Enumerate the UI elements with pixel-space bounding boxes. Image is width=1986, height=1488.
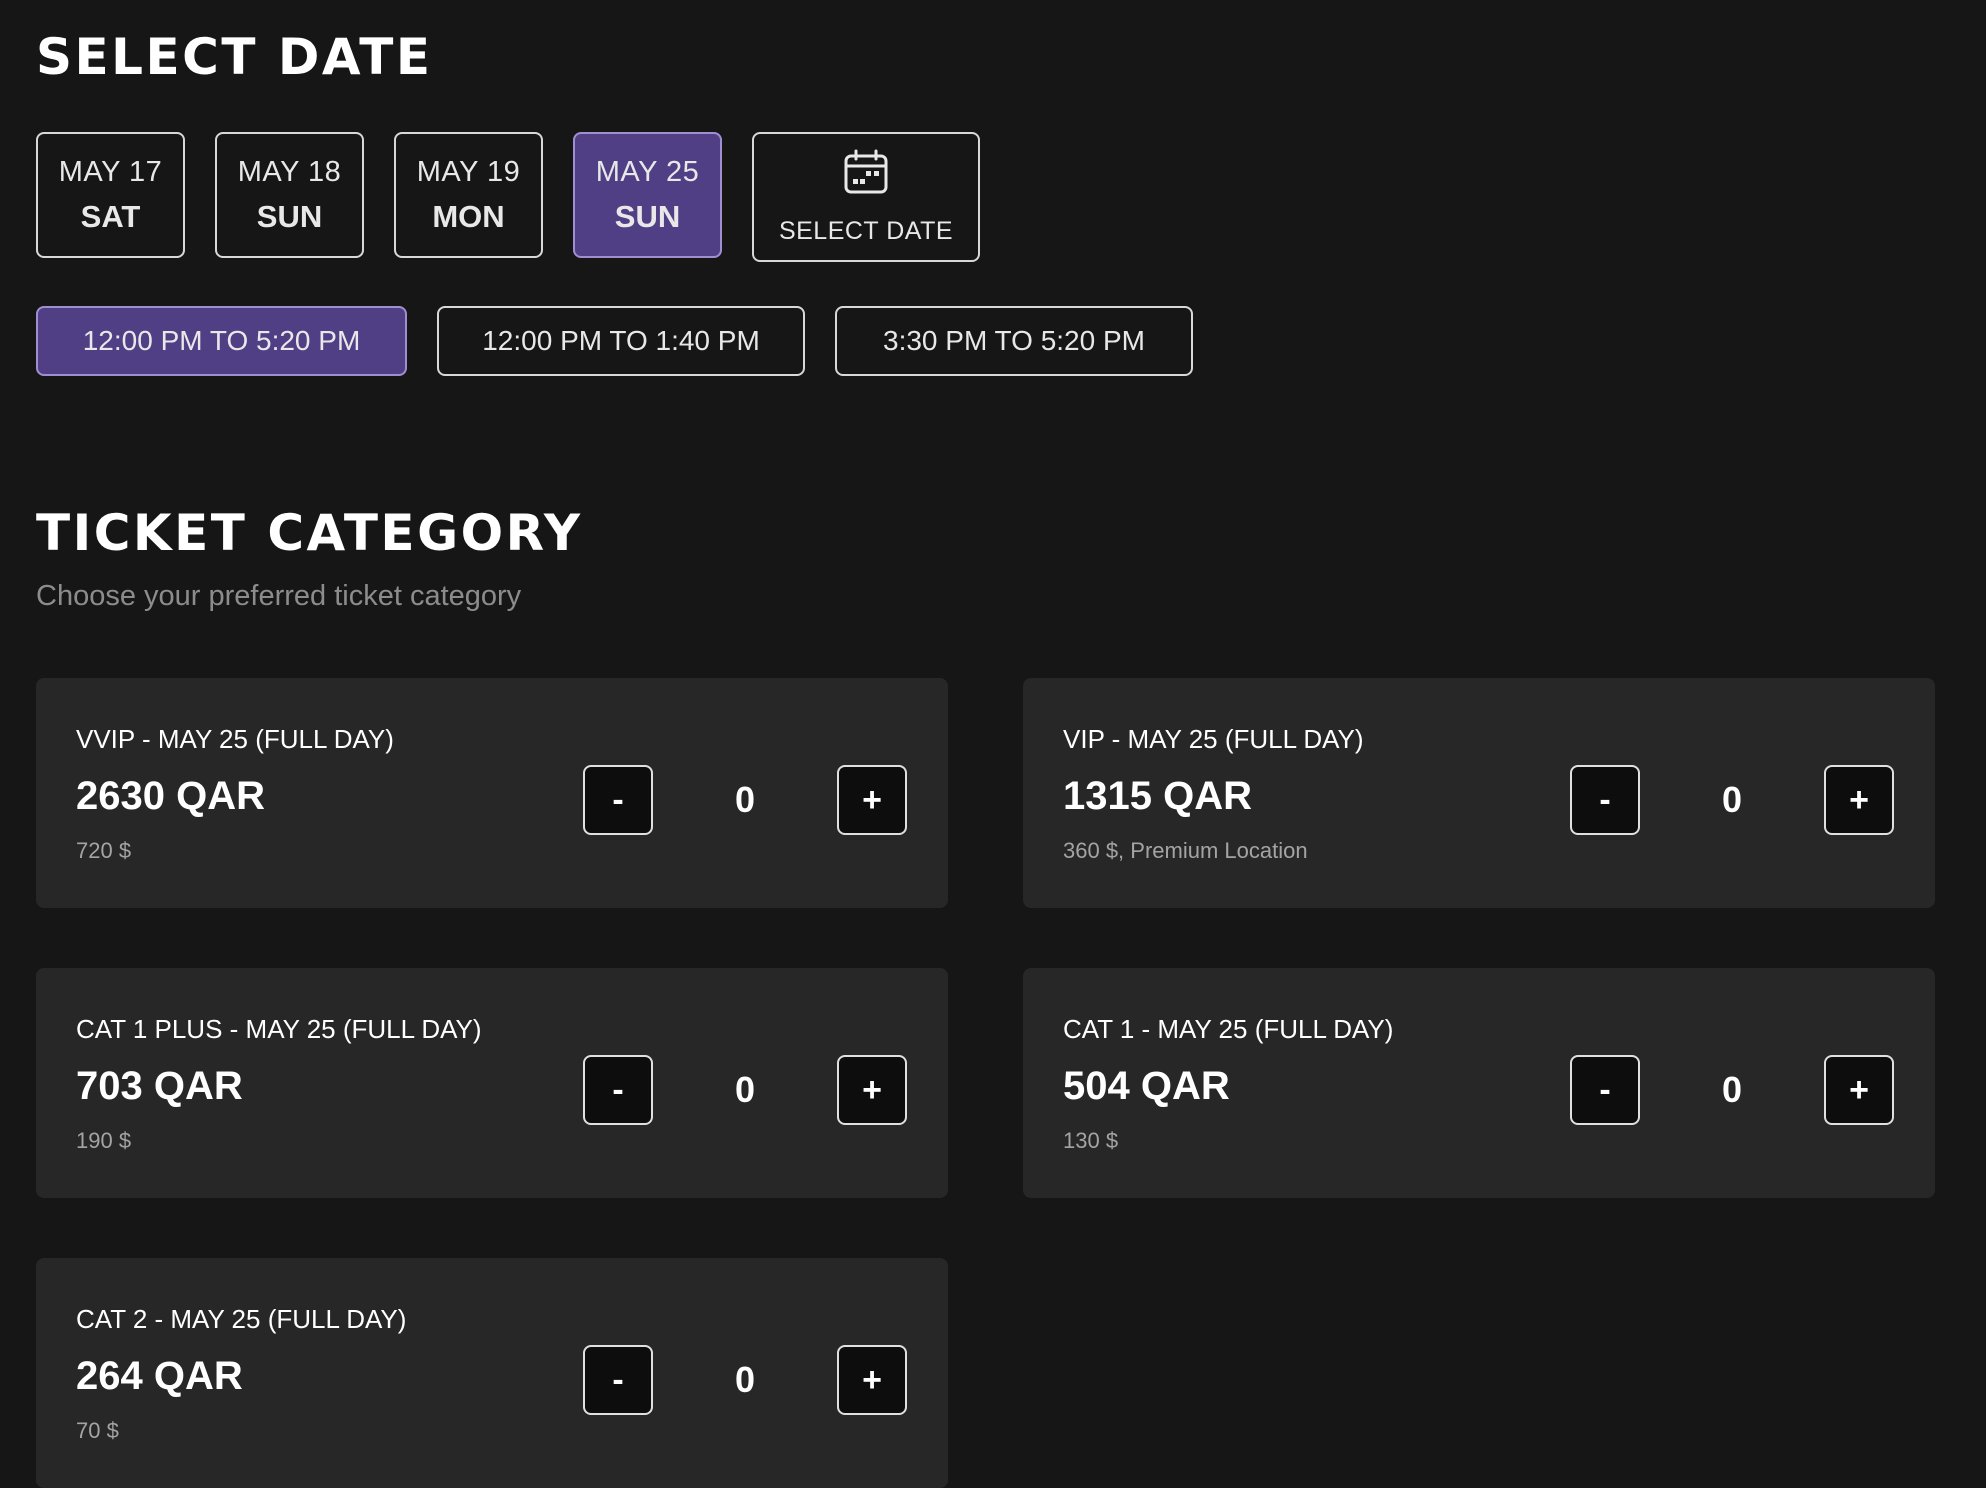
- date-label: MAY 17: [58, 156, 163, 188]
- ticket-card-vip: VIP - MAY 25 (FULL DAY) 1315 QAR 360 $, …: [1023, 678, 1935, 908]
- increase-quantity-button[interactable]: +: [837, 1055, 907, 1125]
- category-name: VIP - MAY 25 (FULL DAY): [1063, 724, 1364, 754]
- day-label: SUN: [256, 199, 323, 234]
- select-date-title: SELECT DATE: [36, 28, 433, 86]
- date-option-may-25[interactable]: MAY 25 SUN: [573, 132, 722, 258]
- increase-quantity-button[interactable]: +: [837, 765, 907, 835]
- ticket-card-cat1-plus: CAT 1 PLUS - MAY 25 (FULL DAY) 703 QAR 1…: [36, 968, 948, 1198]
- category-price: 2630 QAR: [76, 774, 265, 818]
- decrease-quantity-button[interactable]: -: [583, 1345, 653, 1415]
- date-options: MAY 17 SAT MAY 18 SUN MAY 19 MON MAY 25 …: [36, 132, 980, 262]
- ticket-category-title: TICKET CATEGORY: [36, 504, 583, 562]
- quantity-value: 0: [734, 1069, 756, 1110]
- ticket-card-cat2: CAT 2 - MAY 25 (FULL DAY) 264 QAR 70 $ -…: [36, 1258, 948, 1488]
- increase-quantity-button[interactable]: +: [837, 1345, 907, 1415]
- category-note: 190 $: [76, 1128, 132, 1153]
- date-option-may-18[interactable]: MAY 18 SUN: [215, 132, 364, 258]
- select-date-label: SELECT DATE: [778, 217, 954, 245]
- quantity-value: 0: [1721, 779, 1743, 820]
- day-label: SAT: [80, 199, 141, 234]
- time-option-12pm-to-140pm[interactable]: 12:00 PM TO 1:40 PM: [437, 306, 805, 376]
- category-note: 70 $: [76, 1418, 119, 1443]
- ticket-card-vvip: VVIP - MAY 25 (FULL DAY) 2630 QAR 720 $ …: [36, 678, 948, 908]
- decrease-quantity-button[interactable]: -: [1570, 765, 1640, 835]
- date-label: MAY 18: [237, 156, 342, 188]
- increase-quantity-button[interactable]: +: [1824, 765, 1894, 835]
- date-option-may-17[interactable]: MAY 17 SAT: [36, 132, 185, 258]
- category-price: 1315 QAR: [1063, 774, 1252, 818]
- category-name: CAT 1 PLUS - MAY 25 (FULL DAY): [76, 1014, 482, 1044]
- day-label: MON: [432, 199, 505, 234]
- quantity-value: 0: [1721, 1069, 1743, 1110]
- ticket-card-cat1: CAT 1 - MAY 25 (FULL DAY) 504 QAR 130 $ …: [1023, 968, 1935, 1198]
- day-label: SUN: [614, 199, 681, 234]
- date-option-may-19[interactable]: MAY 19 MON: [394, 132, 543, 258]
- category-name: CAT 2 - MAY 25 (FULL DAY): [76, 1304, 407, 1334]
- category-price: 703 QAR: [76, 1064, 243, 1108]
- quantity-value: 0: [734, 779, 756, 820]
- time-option-330pm-to-520pm[interactable]: 3:30 PM TO 5:20 PM: [835, 306, 1193, 376]
- ticket-category-subtitle: Choose your preferred ticket category: [36, 580, 522, 612]
- date-label: MAY 19: [416, 156, 521, 188]
- category-name: VVIP - MAY 25 (FULL DAY): [76, 724, 394, 754]
- category-note: 720 $: [76, 838, 132, 863]
- increase-quantity-button[interactable]: +: [1824, 1055, 1894, 1125]
- decrease-quantity-button[interactable]: -: [583, 1055, 653, 1125]
- category-name: CAT 1 - MAY 25 (FULL DAY): [1063, 1014, 1394, 1044]
- decrease-quantity-button[interactable]: -: [583, 765, 653, 835]
- calendar-icon: [842, 148, 890, 201]
- category-note: 360 $, Premium Location: [1063, 838, 1308, 863]
- decrease-quantity-button[interactable]: -: [1570, 1055, 1640, 1125]
- time-option-12pm-to-520pm[interactable]: 12:00 PM TO 5:20 PM: [36, 306, 407, 376]
- quantity-value: 0: [734, 1359, 756, 1400]
- category-price: 504 QAR: [1063, 1064, 1230, 1108]
- category-price: 264 QAR: [76, 1354, 243, 1398]
- category-note: 130 $: [1063, 1128, 1119, 1153]
- time-options: 12:00 PM TO 5:20 PM 12:00 PM TO 1:40 PM …: [36, 306, 1193, 376]
- date-label: MAY 25: [595, 156, 700, 188]
- select-date-calendar-button[interactable]: SELECT DATE: [752, 132, 980, 262]
